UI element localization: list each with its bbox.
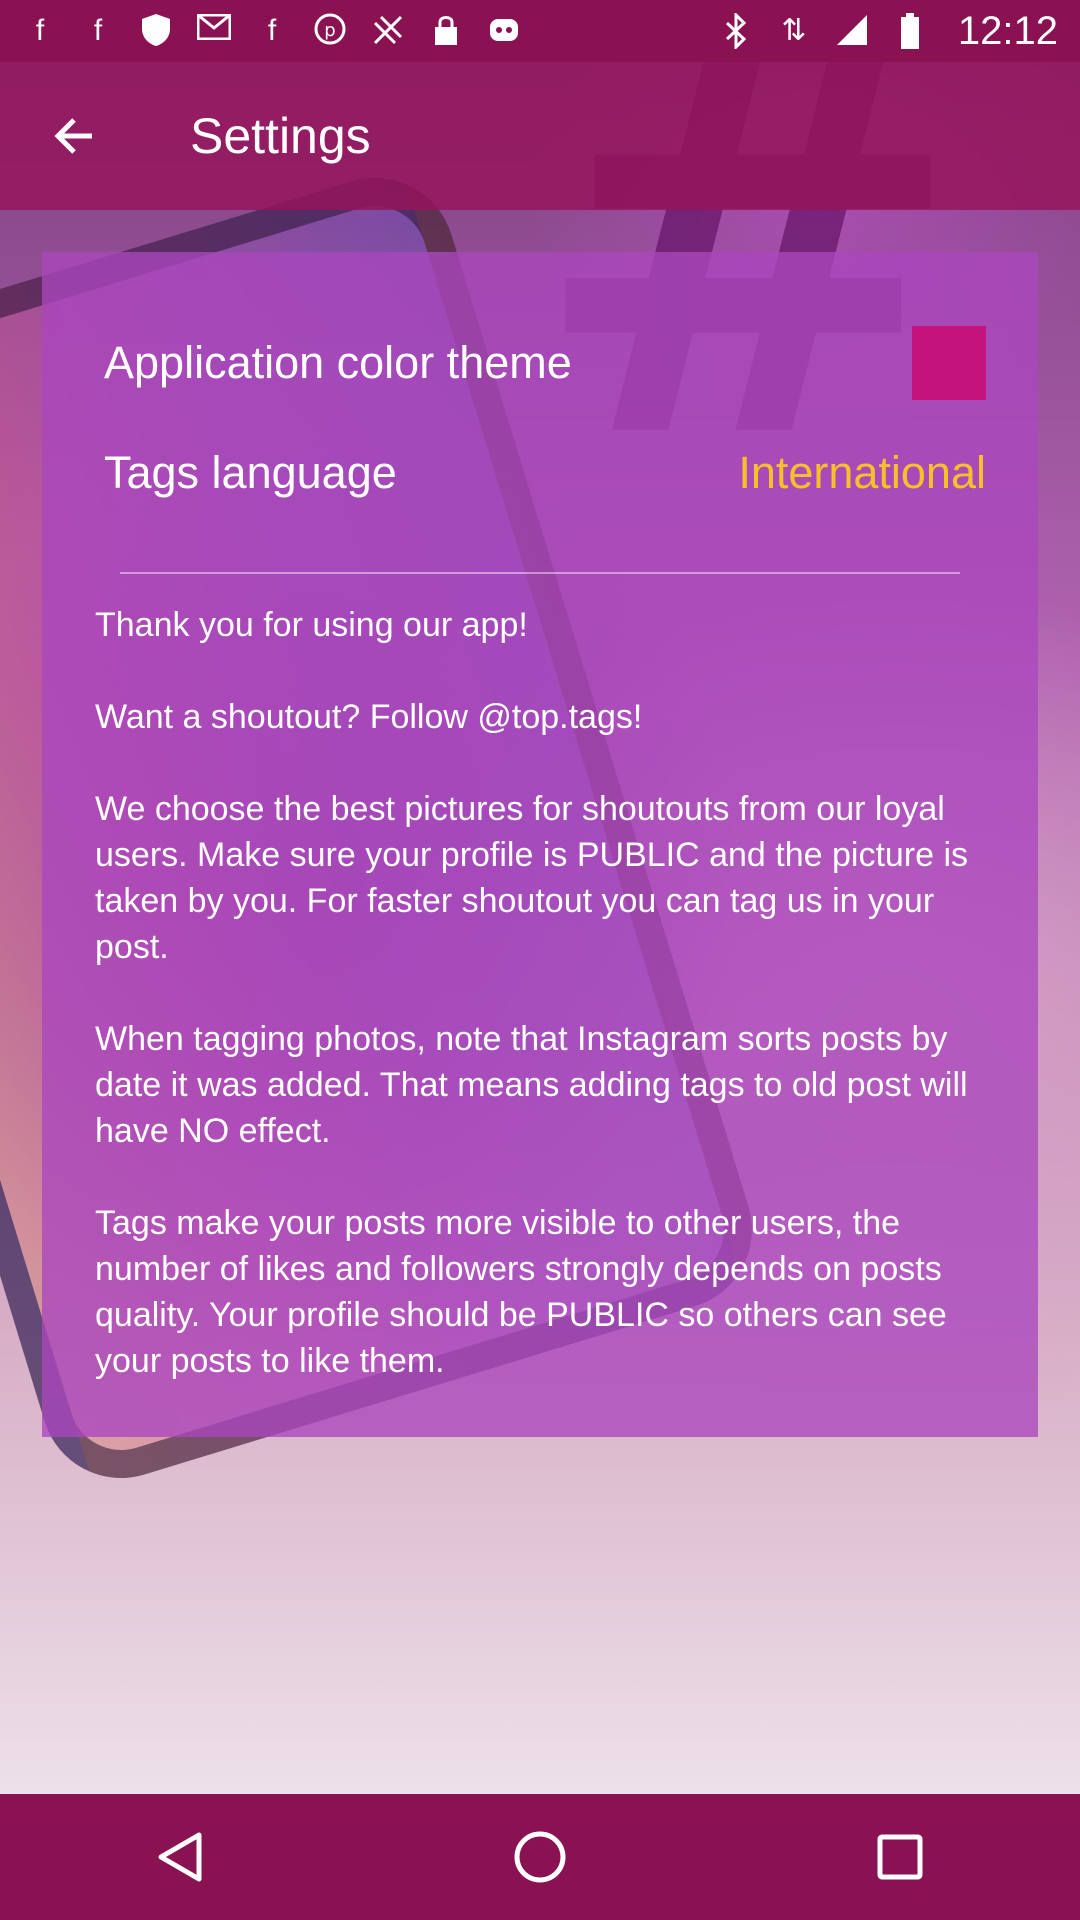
mail-icon <box>196 13 232 49</box>
color-theme-swatch[interactable] <box>912 326 986 400</box>
app-bar: Settings <box>0 62 1080 210</box>
facebook-icon: f <box>267 14 277 47</box>
tags-language-value[interactable]: International <box>738 447 986 499</box>
info-paragraph: When tagging photos, note that Instagram… <box>95 1020 968 1150</box>
svg-text:p: p <box>324 20 335 41</box>
lock-icon <box>428 13 464 49</box>
back-button[interactable] <box>0 62 148 210</box>
facebook-icon: f <box>93 14 103 47</box>
color-theme-setting[interactable]: Application color theme <box>104 318 986 408</box>
info-paragraph: Thank you for using our app! <box>95 606 528 644</box>
divider <box>120 572 960 574</box>
info-text: Thank you for using our app! Want a shou… <box>95 602 988 1430</box>
back-triangle-icon <box>158 1832 202 1882</box>
recents-square-icon <box>877 1834 923 1880</box>
shield-icon <box>138 13 174 49</box>
page-title: Settings <box>190 108 371 164</box>
tags-language-setting[interactable]: Tags language International <box>104 428 986 518</box>
battery-icon <box>892 13 928 49</box>
color-theme-label: Application color theme <box>104 337 572 388</box>
info-paragraph: Tags make your posts more visible to oth… <box>95 1204 947 1380</box>
settings-card: Application color theme Tags language In… <box>42 252 1038 1437</box>
bluetooth-icon <box>718 11 754 51</box>
nav-back-button[interactable] <box>117 1794 243 1920</box>
info-paragraph: We choose the best pictures for shoutout… <box>95 790 969 966</box>
status-time: 12:12 <box>957 8 1058 53</box>
nav-home-button[interactable] <box>477 1794 603 1920</box>
status-bar: f f f p ⇅ 12:12 <box>0 0 1080 62</box>
fake-gps-icon <box>370 13 406 49</box>
bot-icon <box>486 13 522 49</box>
status-right-icons: ⇅ 12:12 <box>718 9 1058 54</box>
status-left-icons: f f f p <box>22 13 522 49</box>
navigation-bar <box>0 1794 1080 1920</box>
signal-icon <box>834 13 870 49</box>
pinterest-icon: p <box>312 13 348 49</box>
info-paragraph: Want a shoutout? Follow @top.tags! <box>95 698 643 736</box>
arrow-back-icon <box>54 118 92 154</box>
data-arrows-icon: ⇅ <box>781 14 807 47</box>
facebook-icon: f <box>35 14 45 47</box>
home-circle-icon <box>514 1831 566 1883</box>
nav-recents-button[interactable] <box>837 1794 963 1920</box>
tags-language-label: Tags language <box>104 447 397 498</box>
